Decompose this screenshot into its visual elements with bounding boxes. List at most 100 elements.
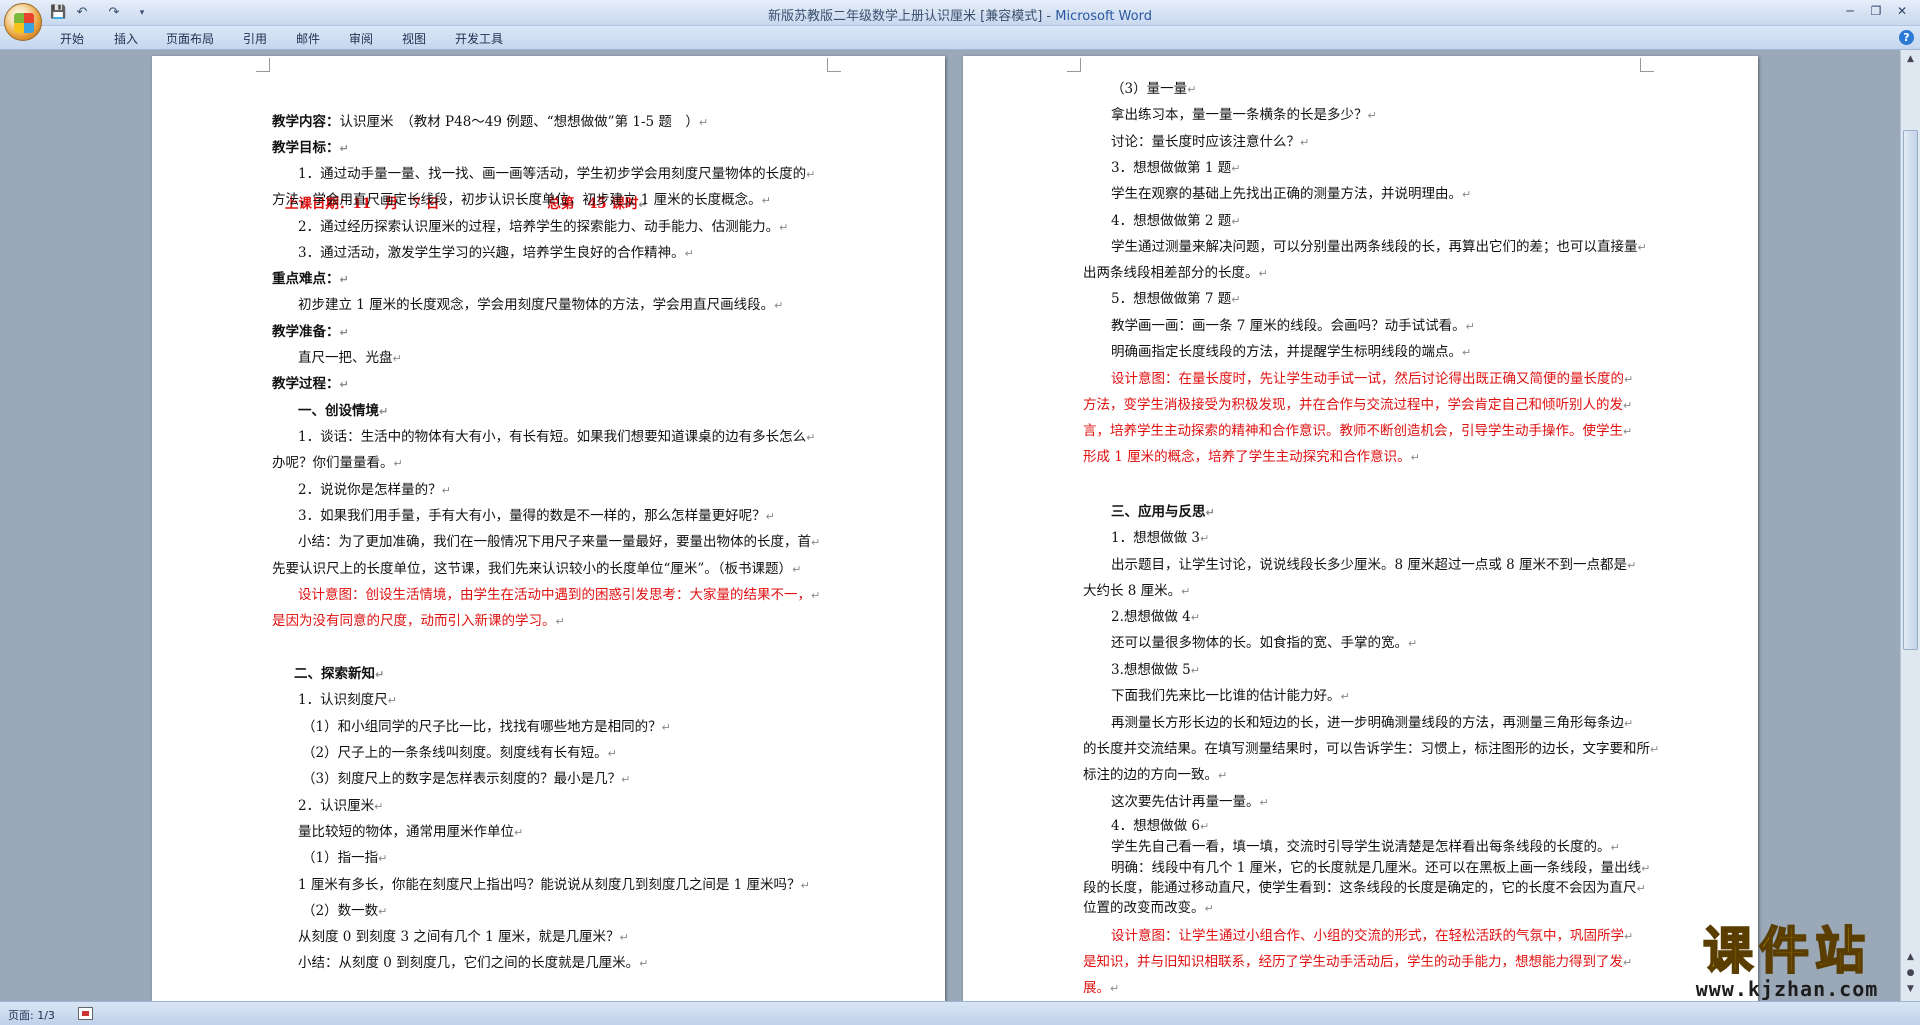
office-button[interactable]	[4, 3, 42, 41]
page2-line-35[interactable]: 展。↵	[1083, 979, 1119, 998]
scroll-up-icon[interactable]: ▲	[1903, 52, 1918, 67]
page2-line-25[interactable]: 的长度并交流结果。在填写测量结果时，可以告诉学生：习惯上，标注图形的边长，文字要…	[1083, 740, 1659, 759]
page2-line-28[interactable]: 4．想想做做 6↵	[1111, 817, 1209, 836]
page2-line-12[interactable]: 设计意图：在量长度时，先让学生动手试一试，然后讨论得出既正确又简便的量长度的↵	[1111, 370, 1633, 389]
page1-line-28[interactable]: 量比较短的物体，通常用厘米作单位↵	[298, 823, 523, 842]
page1-line-18[interactable]: 小结：为了更加准确，我们在一般情况下用尺子来量一量最好，要量出物体的长度，首↵	[298, 533, 820, 552]
tab-home[interactable]: 开始	[60, 30, 84, 47]
page2-line-23[interactable]: 下面我们先来比一比谁的估计能力好。↵	[1111, 687, 1350, 706]
page1-line-33[interactable]: 小结：从刻度 0 到刻度几，它们之间的长度就是几厘米。↵	[298, 954, 648, 973]
page2-line-6[interactable]: 4．想想做做第 2 题↵	[1111, 212, 1240, 231]
tab-mailings[interactable]: 邮件	[296, 30, 320, 47]
page1-line-8[interactable]: 重点难点：↵	[272, 270, 349, 289]
document-page-1[interactable]: 上课日期：11 月 7 日 总第 45 课时↵ 教学内容：认识厘米 （教材 P48…	[152, 56, 945, 1001]
page2-line-33[interactable]: 设计意图：让学生通过小组合作、小组的交流的形式，在轻松活跃的气氛中，巩固所学↵	[1111, 927, 1633, 946]
watermark-title: 课件站	[1702, 922, 1871, 980]
tab-references[interactable]: 引用	[243, 30, 267, 47]
restore-button[interactable]: ❐	[1864, 2, 1888, 20]
page1-line-32[interactable]: 从刻度 0 到刻度 3 之间有几个 1 厘米，就是几厘米？↵	[298, 928, 629, 947]
document-title: 新版苏教版二年级数学上册认识厘米 [兼容模式] -	[768, 9, 1056, 24]
tab-review[interactable]: 审阅	[349, 30, 373, 47]
page2-line-7[interactable]: 学生通过测量来解决问题，可以分别量出两条线段的长，再算出它们的差；也可以直接量↵	[1111, 238, 1647, 257]
page1-line-26[interactable]: （3）刻度尺上的数字是怎样表示刻度的？最小是几？↵	[302, 770, 630, 789]
page2-line-30[interactable]: 明确：线段中有几个 1 厘米，它的长度就是几厘米。还可以在黑板上画一条线段，量出…	[1111, 859, 1650, 878]
page1-line-14[interactable]: 1．谈话：生活中的物体有大有小，有长有短。如果我们想要知道课桌的边有多长怎么↵	[298, 428, 815, 447]
page2-line-27[interactable]: 这次要先估计再量一量。↵	[1111, 793, 1269, 812]
tab-page-layout[interactable]: 页面布局	[166, 30, 214, 47]
vertical-scrollbar[interactable]: ▲ ▲ ● ▼	[1900, 50, 1920, 1001]
page1-line-7[interactable]: 3．通过活动，激发学生学习的兴趣，培养学生良好的合作精神。↵	[298, 244, 694, 263]
page2-line-2[interactable]: 拿出练习本，量一量一条横条的长是多少？↵	[1111, 106, 1377, 125]
page2-line-11[interactable]: 明确画指定长度线段的方法，并提醒学生标明线段的端点。↵	[1111, 343, 1471, 362]
document-page-2[interactable]: （3）量一量↵ 拿出练习本，量一量一条横条的长是多少？↵ 讨论：量长度时应该注意什么…	[963, 56, 1758, 1001]
page1-line-31[interactable]: （2）数一数↵	[302, 902, 387, 921]
page2-line-13[interactable]: 方法，变学生消极接受为积极发现，并在合作与交流过程中，学会肯定自己和倾听别人的发…	[1083, 396, 1632, 415]
page2-line-32[interactable]: 位置的改变而改变。↵	[1083, 899, 1214, 918]
page1-line-22[interactable]: 二、探索新知↵	[294, 665, 384, 684]
page2-line-21[interactable]: 还可以量很多物体的长。如食指的宽、手掌的宽。↵	[1111, 634, 1417, 653]
status-bar: 页面: 1/3	[0, 1001, 1920, 1025]
page1-line-20[interactable]: 设计意图：创设生活情境，由学生在活动中遇到的困惑引发思考：大家量的结果不一，↵	[298, 586, 820, 605]
page2-line-18[interactable]: 出示题目，让学生讨论，说说线段长多少厘米。8 厘米超过一点或 8 厘米不到一点都…	[1111, 556, 1636, 575]
watermark-logo: 课件站 www.kjzhan.com	[1662, 922, 1912, 1001]
help-icon[interactable]: ?	[1899, 30, 1914, 45]
page2-line-16[interactable]: 三、应用与反思↵	[1111, 503, 1215, 522]
page2-line-20[interactable]: 2.想想做做 4↵	[1111, 608, 1200, 627]
page2-line-15[interactable]: 形成 1 厘米的概念，培养了学生主动探究和合作意识。↵	[1083, 448, 1420, 467]
page2-line-8[interactable]: 出两条线段相差部分的长度。↵	[1083, 264, 1268, 283]
page2-line-19[interactable]: 大约长 8 厘米。↵	[1083, 582, 1190, 601]
page1-line-24[interactable]: （1）和小组同学的尺子比一比，找找有哪些地方是相同的？↵	[302, 718, 671, 737]
page1-line-23[interactable]: 1．认识刻度尺↵	[298, 691, 397, 710]
page-count[interactable]: 页面: 1/3	[8, 1007, 55, 1023]
paragraph-mark-icon: ↵	[1199, 820, 1210, 833]
document-workspace[interactable]: 上课日期：11 月 7 日 总第 45 课时↵ 教学内容：认识厘米 （教材 P48…	[0, 50, 1900, 1001]
page1-line-17[interactable]: 3．如果我们用手量，手有大有小，量得的数是不一样的，那么怎样量更好呢？↵	[298, 507, 775, 526]
page2-line-4[interactable]: 3．想想做做第 1 题↵	[1111, 159, 1240, 178]
page1-line-27[interactable]: 2．认识厘米↵	[298, 797, 383, 816]
page1-line-9[interactable]: 初步建立 1 厘米的长度观念，学会用刻度尺量物体的方法，学会用直尺画线段。↵	[298, 296, 783, 315]
page1-line-6[interactable]: 2．通过经历探索认识厘米的过程，培养学生的探索能力、动手能力、估测能力。↵	[298, 218, 788, 237]
page1-line-16[interactable]: 2．说说你是怎样量的？↵	[298, 481, 451, 500]
page1-line-15[interactable]: 办呢？你们量量看。↵	[272, 454, 403, 473]
page2-line-29[interactable]: 学生先自己看一看，填一填，交流时引导学生说清楚是怎样看出每条线段的长度的。↵	[1111, 838, 1620, 857]
page2-line-24[interactable]: 再测量长方形长边的长和短边的长，进一步明确测量线段的方法，再测量三角形每条边↵	[1111, 714, 1633, 733]
page1-line-30[interactable]: 1 厘米有多长，你能在刻度尺上指出吗？能说说从刻度几到刻度几之间是 1 厘米吗？…	[298, 876, 810, 895]
paragraph-mark-icon: ↵	[339, 326, 349, 339]
page2-line-9[interactable]: 5．想想做做第 7 题↵	[1111, 290, 1240, 309]
close-button[interactable]: ✕	[1890, 2, 1914, 20]
page1-line-19[interactable]: 先要认识尺上的长度单位，这节课，我们先来认识较小的长度单位“厘米”。（板书课题）…	[272, 560, 801, 579]
paragraph-mark-icon: ↵	[811, 536, 821, 549]
page1-line-13[interactable]: 一、创设情境↵	[298, 402, 388, 421]
page2-line-17[interactable]: 1．想想做做 3↵	[1111, 529, 1209, 548]
page2-line-31[interactable]: 段的长度，能通过移动直尺，使学生看到：这条线段的长度是确定的，它的长度不会因为直…	[1083, 879, 1646, 898]
tab-insert[interactable]: 插入	[114, 30, 138, 47]
page2-line-10[interactable]: 教学画一画：画一条 7 厘米的线段。会画吗？动手试试看。↵	[1111, 317, 1475, 336]
page2-line-34[interactable]: 是知识，并与旧知识相联系，经历了学生动手活动后，学生的动手能力，想想能力得到了发…	[1083, 953, 1632, 972]
page2-line-1[interactable]: （3）量一量↵	[1111, 80, 1196, 99]
margin-crop-mark	[256, 58, 270, 72]
page1-line-29[interactable]: （1）指一指↵	[302, 849, 387, 868]
tab-view[interactable]: 视图	[402, 30, 426, 47]
proofing-icon[interactable]	[78, 1007, 93, 1020]
page1-line-5[interactable]: 方法，学会用直尺画定长线段，初步认识长度单位，初步建立 1 厘米的长度概念。↵	[272, 191, 771, 210]
page1-line-25[interactable]: （2）尺子上的一条条线叫刻度。刻度线有长有短。↵	[302, 744, 617, 763]
minimize-button[interactable]: ─	[1838, 2, 1862, 20]
tab-developer[interactable]: 开发工具	[455, 30, 503, 47]
page1-line-3[interactable]: 教学目标：↵	[272, 139, 349, 158]
page2-line-5[interactable]: 学生在观察的基础上先找出正确的测量方法，并说明理由。↵	[1111, 185, 1471, 204]
page1-line-12[interactable]: 教学过程：↵	[272, 375, 349, 394]
page1-line-10[interactable]: 教学准备：↵	[272, 323, 349, 342]
page2-line-26[interactable]: 标注的边的方向一致。↵	[1083, 766, 1227, 785]
page2-line-3[interactable]: 讨论：量长度时应该注意什么？↵	[1111, 133, 1309, 152]
paragraph-mark-icon: ↵	[1231, 215, 1241, 228]
paragraph-mark-icon: ↵	[378, 905, 388, 918]
scroll-thumb[interactable]	[1903, 130, 1918, 650]
page2-line-14[interactable]: 言，培养学生主动探索的精神和合作意识。教师不断创造机会，引导学生动手操作。使学生…	[1083, 422, 1632, 441]
page1-line-21[interactable]: 是因为没有同意的尺度，动而引入新课的学习。↵	[272, 612, 565, 631]
paragraph-mark-icon: ↵	[1623, 956, 1633, 969]
paragraph-mark-icon: ↵	[1408, 637, 1418, 650]
page1-line-2[interactable]: 教学内容：认识厘米 （教材 P48～49 例题、“想想做做”第 1-5 题 ）↵	[272, 113, 708, 132]
page2-line-22[interactable]: 3.想想做做 5↵	[1111, 661, 1200, 680]
page1-line-4[interactable]: 1．通过动手量一量、找一找、画一画等活动，学生初步学会用刻度尺量物体的长度的↵	[298, 165, 815, 184]
page1-line-11[interactable]: 直尺一把、光盘↵	[298, 349, 402, 368]
